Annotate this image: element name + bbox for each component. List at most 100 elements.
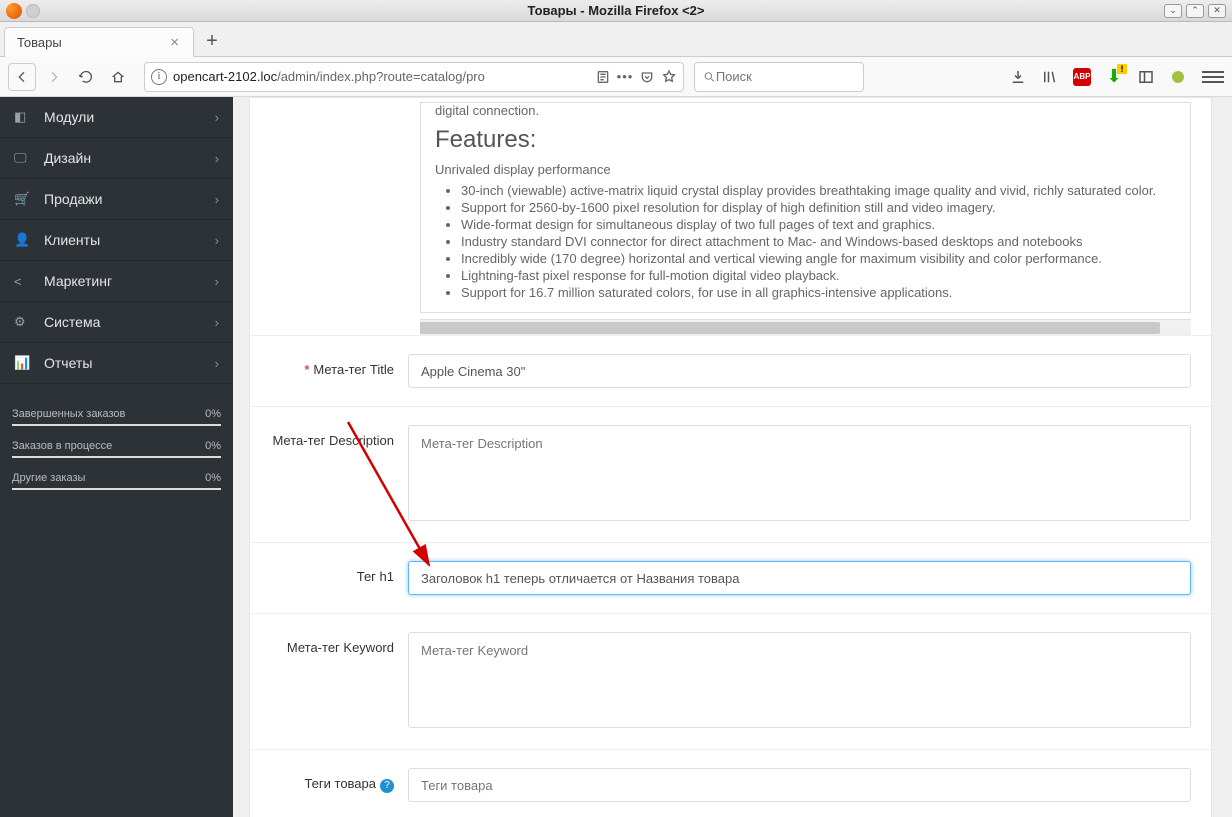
- chevron-right-icon: ›: [215, 274, 219, 289]
- sidebar-label: Модули: [44, 109, 215, 125]
- label-tags: Теги товара?: [250, 768, 408, 802]
- input-tags[interactable]: [408, 768, 1191, 802]
- browser-toolbar: i opencart-2102.loc/admin/index.php?rout…: [0, 57, 1232, 97]
- textarea-meta-keyword[interactable]: [408, 632, 1191, 728]
- chevron-right-icon: ›: [215, 110, 219, 125]
- help-icon[interactable]: ?: [380, 779, 394, 793]
- download-notify-icon[interactable]: ⬇!: [1103, 66, 1125, 88]
- url-bar[interactable]: i opencart-2102.loc/admin/index.php?rout…: [144, 62, 684, 92]
- tab-label: Товары: [17, 35, 62, 50]
- site-info-icon[interactable]: i: [151, 69, 167, 85]
- sidebar-item-customers[interactable]: 👤 Клиенты ›: [0, 220, 233, 261]
- stat-processing: Заказов в процессе 0%: [12, 440, 221, 458]
- stat-completed: Завершенных заказов 0%: [12, 408, 221, 426]
- desktop-icon: 🖵: [14, 150, 32, 166]
- feature-item: Support for 16.7 million saturated color…: [461, 285, 1176, 300]
- tab-strip: Товары × +: [0, 22, 1232, 57]
- feature-item: 30-inch (viewable) active-matrix liquid …: [461, 183, 1176, 198]
- forward-button[interactable]: [40, 63, 68, 91]
- feature-list: 30-inch (viewable) active-matrix liquid …: [461, 183, 1176, 300]
- home-button[interactable]: [104, 63, 132, 91]
- minimize-button[interactable]: ⌄: [1164, 4, 1182, 18]
- stat-value: 0%: [205, 408, 221, 420]
- window-titlebar: Товары - Mozilla Firefox <2> ⌄ ⌃ ✕: [0, 0, 1232, 22]
- row-tag-h1: Тег h1: [250, 542, 1211, 613]
- chevron-right-icon: ›: [215, 192, 219, 207]
- stat-label: Заказов в процессе: [12, 440, 112, 452]
- reload-button[interactable]: [72, 63, 100, 91]
- reader-icon[interactable]: [595, 69, 611, 85]
- description-editor[interactable]: digital connection. Features: Unrivaled …: [420, 102, 1191, 313]
- stat-other: Другие заказы0%: [12, 472, 221, 490]
- system-icon: [26, 4, 40, 18]
- sidebar-item-sales[interactable]: 🛒 Продажи ›: [0, 179, 233, 220]
- textarea-meta-description[interactable]: [408, 425, 1191, 521]
- maximize-button[interactable]: ⌃: [1186, 4, 1204, 18]
- sidebar-label: Отчеты: [44, 355, 215, 371]
- stat-label: Другие заказы: [12, 472, 85, 484]
- url-text: opencart-2102.loc/admin/index.php?route=…: [173, 69, 589, 84]
- input-meta-title[interactable]: [408, 354, 1191, 388]
- sidebar-item-reports[interactable]: 📊 Отчеты ›: [0, 343, 233, 384]
- browser-tab[interactable]: Товары ×: [4, 27, 194, 57]
- input-tag-h1[interactable]: [408, 561, 1191, 595]
- close-window-button[interactable]: ✕: [1208, 4, 1226, 18]
- sidebar-label: Дизайн: [44, 150, 215, 166]
- page-actions-icon[interactable]: •••: [617, 69, 633, 85]
- back-button[interactable]: [8, 63, 36, 91]
- progress-bar: [12, 456, 221, 458]
- label-meta-description: Мета-тег Description: [250, 425, 408, 524]
- scrollbar-thumb[interactable]: [420, 322, 1160, 334]
- desc-heading: Features:: [435, 126, 1176, 154]
- library-icon[interactable]: [1039, 66, 1061, 88]
- window-title: Товары - Mozilla Firefox <2>: [0, 3, 1232, 18]
- feature-item: Incredibly wide (170 degree) horizontal …: [461, 251, 1176, 266]
- sidebar-label: Продажи: [44, 191, 215, 207]
- horizontal-scrollbar[interactable]: [420, 319, 1191, 335]
- row-meta-keyword: Мета-тег Keyword: [250, 613, 1211, 749]
- admin-sidebar: ◧ Модули › 🖵 Дизайн › 🛒 Продажи › 👤 Клие…: [0, 97, 233, 817]
- chevron-right-icon: ›: [215, 233, 219, 248]
- cart-icon: 🛒: [14, 191, 32, 207]
- label-meta-keyword: Мета-тег Keyword: [250, 632, 408, 731]
- stat-value: 0%: [205, 440, 221, 452]
- desc-subheading: Unrivaled display performance: [435, 162, 1176, 177]
- sidebar-toggle-icon[interactable]: [1135, 66, 1157, 88]
- chevron-right-icon: ›: [215, 356, 219, 371]
- feature-item: Wide-format design for simultaneous disp…: [461, 217, 1176, 232]
- feature-item: Lightning-fast pixel response for full-m…: [461, 268, 1176, 283]
- adblock-icon[interactable]: ABP: [1071, 66, 1093, 88]
- sidebar-label: Система: [44, 314, 215, 330]
- new-tab-button[interactable]: +: [198, 27, 226, 55]
- chevron-right-icon: ›: [215, 151, 219, 166]
- pocket-icon[interactable]: [639, 69, 655, 85]
- progress-bar: [12, 488, 221, 490]
- progress-bar: [12, 424, 221, 426]
- desc-line: digital connection.: [421, 103, 1190, 118]
- sidebar-label: Маркетинг: [44, 273, 215, 289]
- bookmark-star-icon[interactable]: [661, 69, 677, 85]
- sidebar-item-system[interactable]: ⚙ Система ›: [0, 302, 233, 343]
- share-icon: <: [14, 274, 32, 289]
- label-meta-title: *Мета-тег Title: [250, 354, 408, 388]
- chevron-right-icon: ›: [215, 315, 219, 330]
- sidebar-item-marketing[interactable]: < Маркетинг ›: [0, 261, 233, 302]
- content-area: digital connection. Features: Unrivaled …: [233, 97, 1232, 817]
- gear-icon: ⚙: [14, 314, 32, 330]
- firefox-icon: [6, 3, 22, 19]
- close-tab-button[interactable]: ×: [166, 34, 183, 51]
- search-box[interactable]: [694, 62, 864, 92]
- extension-icon[interactable]: [1167, 66, 1189, 88]
- sidebar-label: Клиенты: [44, 232, 215, 248]
- search-input[interactable]: [716, 69, 855, 84]
- user-icon: 👤: [14, 232, 32, 248]
- sidebar-stats: Завершенных заказов 0% Заказов в процессе…: [12, 408, 221, 504]
- stat-label: Завершенных заказов: [12, 408, 125, 420]
- sidebar-item-design[interactable]: 🖵 Дизайн ›: [0, 138, 233, 179]
- sidebar-item-modules[interactable]: ◧ Модули ›: [0, 97, 233, 138]
- form-panel: digital connection. Features: Unrivaled …: [249, 97, 1212, 817]
- row-meta-title: *Мета-тег Title: [250, 335, 1211, 406]
- label-tag-h1: Тег h1: [250, 561, 408, 595]
- menu-button[interactable]: [1202, 66, 1224, 88]
- downloads-icon[interactable]: [1007, 66, 1029, 88]
